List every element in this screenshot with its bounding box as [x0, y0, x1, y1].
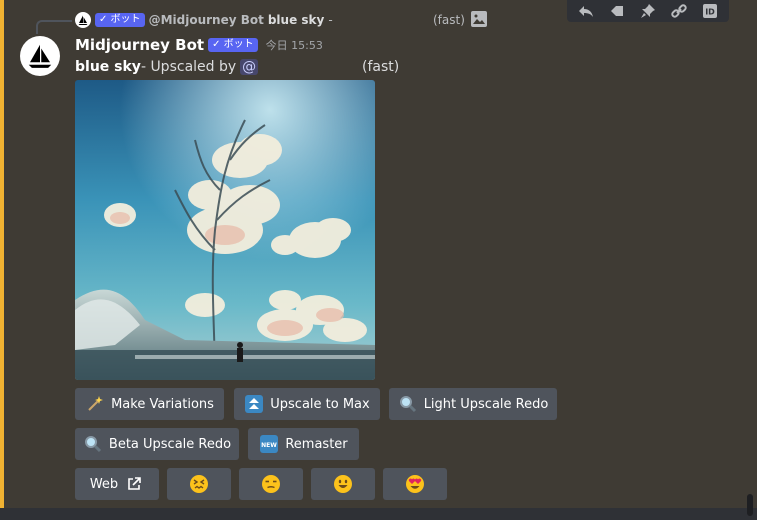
- magic-wand-icon: [85, 394, 105, 414]
- mention-highlight-bar: [0, 0, 4, 508]
- scrollbar-thumb[interactable]: [747, 494, 753, 516]
- reply-bot-badge: ✓ ボット: [95, 13, 145, 27]
- magnifier-icon: [398, 394, 418, 414]
- bottom-edge: [0, 508, 757, 520]
- make-variations-label: Make Variations: [111, 396, 214, 412]
- reaction-unamused-button[interactable]: [239, 468, 303, 500]
- new-badge-icon: NEW: [259, 434, 279, 454]
- external-link-icon: [124, 474, 144, 494]
- reaction-heart-eyes-button[interactable]: [383, 468, 447, 500]
- make-variations-button[interactable]: Make Variations: [75, 388, 224, 420]
- light-upscale-redo-label: Light Upscale Redo: [423, 396, 549, 412]
- prompt-text: blue sky: [75, 59, 141, 75]
- magnifier-icon: [83, 434, 103, 454]
- reply-prompt: blue sky: [267, 13, 325, 27]
- id-icon[interactable]: ID: [697, 1, 723, 21]
- author-name[interactable]: Midjourney Bot: [75, 36, 204, 54]
- tag-icon[interactable]: [604, 1, 630, 21]
- smiley-face-icon: [334, 475, 352, 493]
- upscale-to-max-button[interactable]: Upscale to Max: [234, 388, 380, 420]
- upscaled-by-text: - Upscaled by: [140, 59, 237, 75]
- web-link-button[interactable]: Web: [75, 468, 159, 500]
- light-upscale-redo-button[interactable]: Light Upscale Redo: [389, 388, 557, 420]
- generated-image[interactable]: [75, 80, 375, 380]
- reply-spine: [36, 20, 72, 34]
- beta-upscale-redo-button[interactable]: Beta Upscale Redo: [75, 428, 239, 460]
- link-icon[interactable]: [666, 1, 692, 21]
- user-mention[interactable]: @: [240, 59, 259, 75]
- pin-icon[interactable]: [635, 1, 661, 21]
- unamused-face-icon: [262, 475, 280, 493]
- reaction-smiley-button[interactable]: [311, 468, 375, 500]
- double-arrow-up-icon: [244, 394, 264, 414]
- bot-badge: ✓ ボット: [208, 38, 258, 52]
- reply-fast-label: (fast): [433, 13, 465, 27]
- svg-text:ID: ID: [705, 8, 715, 17]
- reply-author[interactable]: @Midjourney Bot: [149, 13, 264, 27]
- reply-dash: -: [328, 13, 333, 27]
- image-attachment-icon: [471, 11, 487, 27]
- fast-label: (fast): [362, 59, 400, 75]
- heart-eyes-face-icon: [406, 475, 424, 493]
- message-hover-toolbar: ID: [567, 0, 729, 22]
- beta-upscale-redo-label: Beta Upscale Redo: [108, 436, 232, 452]
- upscale-to-max-label: Upscale to Max: [270, 396, 370, 412]
- avatar[interactable]: [20, 36, 60, 76]
- confounded-face-icon: [190, 475, 208, 493]
- remaster-button[interactable]: NEW Remaster: [248, 428, 359, 460]
- reply-icon[interactable]: [573, 1, 599, 21]
- reply-avatar: [75, 12, 91, 28]
- reaction-confounded-button[interactable]: [167, 468, 231, 500]
- message-content: blue sky - Upscaled by @: [75, 57, 259, 77]
- web-label: Web: [89, 476, 119, 492]
- reply-reference[interactable]: ✓ ボット @Midjourney Bot blue sky -: [75, 11, 333, 29]
- timestamp: 今日 15:53: [265, 39, 323, 52]
- svg-text:NEW: NEW: [261, 442, 277, 449]
- message-header: Midjourney Bot ✓ ボット 今日 15:53: [75, 35, 323, 55]
- remaster-label: Remaster: [285, 436, 348, 452]
